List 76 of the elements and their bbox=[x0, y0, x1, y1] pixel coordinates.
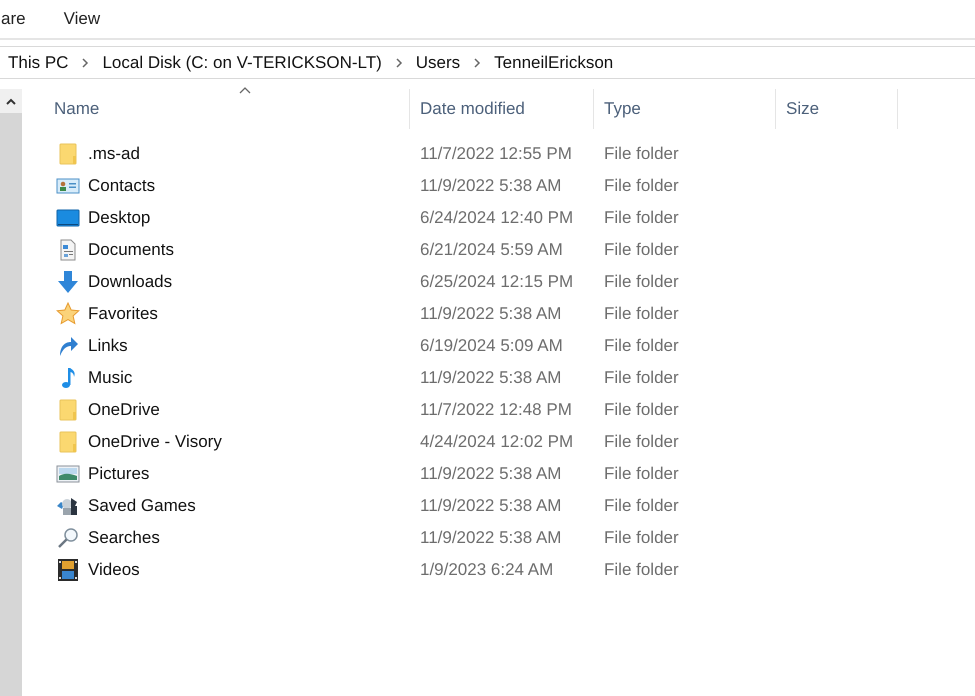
date-modified: 11/9/2022 5:38 AM bbox=[419, 527, 562, 550]
file-type: File folder bbox=[603, 143, 680, 166]
column-header[interactable]: Type bbox=[594, 89, 776, 129]
date-modified: 11/7/2022 12:55 PM bbox=[419, 143, 573, 166]
film-strip-icon bbox=[56, 558, 80, 582]
file-name: Documents bbox=[88, 239, 174, 262]
file-type: File folder bbox=[603, 303, 680, 326]
file-row[interactable]: Favorites 11/9/2022 5:38 AM File folder bbox=[22, 298, 975, 330]
file-row[interactable]: Desktop 6/24/2024 12:40 PM File folder bbox=[22, 202, 975, 234]
date-modified: 11/9/2022 5:38 AM bbox=[419, 175, 562, 198]
file-name: Links bbox=[88, 335, 128, 358]
file-name: Pictures bbox=[88, 463, 150, 486]
date-modified: 6/19/2024 5:09 AM bbox=[419, 335, 564, 358]
file-row[interactable]: Links 6/19/2024 5:09 AM File folder bbox=[22, 330, 975, 362]
file-row[interactable]: .ms-ad 11/7/2022 12:55 PM File folder bbox=[22, 138, 975, 170]
file-type: File folder bbox=[603, 559, 680, 582]
file-name: Contacts bbox=[88, 175, 156, 198]
file-row[interactable]: Videos 1/9/2023 6:24 AM File folder bbox=[22, 554, 975, 586]
date-modified: 11/9/2022 5:38 AM bbox=[419, 303, 562, 326]
chevron-right-icon bbox=[81, 56, 90, 68]
down-arrow-icon bbox=[56, 270, 80, 294]
file-type: File folder bbox=[603, 271, 680, 294]
magnifier-icon bbox=[56, 526, 80, 550]
date-modified: 11/7/2022 12:48 PM bbox=[419, 399, 573, 422]
file-name: OneDrive - Visory bbox=[88, 431, 222, 454]
file-type: File folder bbox=[603, 175, 680, 198]
breadcrumb-item[interactable]: TenneilErickson bbox=[494, 50, 614, 76]
file-row[interactable]: Downloads 6/25/2024 12:15 PM File folder bbox=[22, 266, 975, 298]
file-type: File folder bbox=[603, 335, 680, 358]
file-row[interactable]: Music 11/9/2022 5:38 AM File folder bbox=[22, 362, 975, 394]
star-icon bbox=[56, 302, 80, 326]
date-modified: 6/21/2024 5:59 AM bbox=[419, 239, 564, 262]
date-modified: 11/9/2022 5:38 AM bbox=[419, 463, 562, 486]
file-name: .ms-ad bbox=[88, 143, 140, 166]
file-row[interactable]: Documents 6/21/2024 5:59 AM File folder bbox=[22, 234, 975, 266]
file-name: Downloads bbox=[88, 271, 172, 294]
file-row[interactable]: Searches 11/9/2022 5:38 AM File folder bbox=[22, 522, 975, 554]
file-row[interactable]: Contacts 11/9/2022 5:38 AM File folder bbox=[22, 170, 975, 202]
file-name: Desktop bbox=[88, 207, 150, 230]
column-header[interactable]: Date modified bbox=[410, 89, 594, 129]
chevron-right-icon bbox=[473, 56, 482, 68]
sort-ascending-icon bbox=[239, 87, 251, 94]
file-type: File folder bbox=[603, 431, 680, 454]
file-row[interactable]: OneDrive 11/7/2022 12:48 PM File folder bbox=[22, 394, 975, 426]
date-modified: 6/24/2024 12:40 PM bbox=[419, 207, 574, 230]
file-type: File folder bbox=[603, 527, 680, 550]
file-name: Saved Games bbox=[88, 495, 196, 518]
file-name: Favorites bbox=[88, 303, 158, 326]
file-type: File folder bbox=[603, 367, 680, 390]
ribbon-tab[interactable]: View bbox=[64, 6, 100, 32]
file-name: Searches bbox=[88, 527, 160, 550]
date-modified: 4/24/2024 12:02 PM bbox=[419, 431, 574, 454]
date-modified: 11/9/2022 5:38 AM bbox=[419, 495, 562, 518]
file-name: Videos bbox=[88, 559, 140, 582]
scroll-up-button[interactable] bbox=[0, 89, 22, 113]
breadcrumb-item[interactable]: Users bbox=[416, 50, 460, 76]
breadcrumb-item[interactable]: This PC bbox=[8, 50, 68, 76]
file-type: File folder bbox=[603, 239, 680, 262]
date-modified: 1/9/2023 6:24 AM bbox=[419, 559, 554, 582]
chevron-up-icon bbox=[5, 97, 17, 105]
file-type: File folder bbox=[603, 207, 680, 230]
chevron-right-icon bbox=[394, 56, 403, 68]
breadcrumb-item[interactable]: Local Disk (C: on V-TERICKSON-LT) bbox=[102, 50, 382, 76]
date-modified: 6/25/2024 12:15 PM bbox=[419, 271, 574, 294]
column-header[interactable]: Size bbox=[776, 89, 898, 129]
file-type: File folder bbox=[603, 495, 680, 518]
file-name: OneDrive bbox=[88, 399, 160, 422]
date-modified: 11/9/2022 5:38 AM bbox=[419, 367, 562, 390]
file-row[interactable]: OneDrive - Visory 4/24/2024 12:02 PM File folder bbox=[22, 426, 975, 458]
file-type: File folder bbox=[603, 463, 680, 486]
file-row[interactable]: Pictures 11/9/2022 5:38 AM File folder bbox=[22, 458, 975, 490]
file-name: Music bbox=[88, 367, 132, 390]
ribbon-tab[interactable]: are bbox=[1, 6, 26, 32]
file-row[interactable]: Saved Games 11/9/2022 5:38 AM File folder bbox=[22, 490, 975, 522]
file-type: File folder bbox=[603, 399, 680, 422]
column-header[interactable]: Name bbox=[22, 89, 410, 129]
